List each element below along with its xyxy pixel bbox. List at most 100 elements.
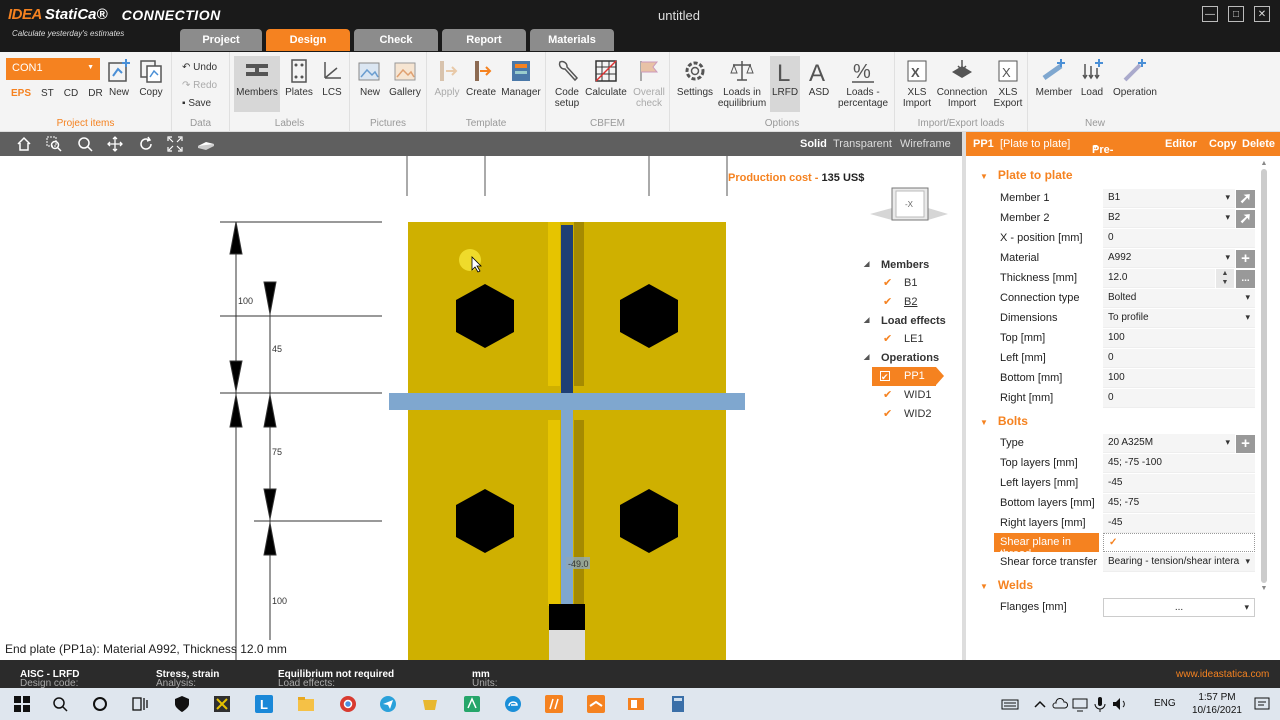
material-select[interactable]: A992 bbox=[1103, 249, 1235, 268]
tab-materials[interactable]: Materials bbox=[530, 29, 614, 51]
beam-web-top[interactable] bbox=[561, 225, 573, 393]
zoom-icon[interactable] bbox=[77, 136, 93, 152]
beam-flange[interactable] bbox=[389, 393, 745, 410]
lcs-button[interactable]: LCS bbox=[318, 58, 346, 98]
chevron-up-icon[interactable] bbox=[1030, 694, 1050, 714]
plates-label-button[interactable]: Plates bbox=[284, 58, 314, 98]
checkbox-icon[interactable]: ✔ bbox=[883, 390, 893, 401]
connection-type-select[interactable]: Bolted bbox=[1103, 289, 1255, 308]
minimize-button[interactable]: — bbox=[1202, 6, 1218, 22]
overall-check-button[interactable]: Overall check bbox=[630, 58, 668, 109]
idea-statica-icon[interactable] bbox=[544, 694, 564, 714]
website-link[interactable]: www.ideastatica.com bbox=[1176, 669, 1269, 680]
delete-operation-button[interactable]: Delete bbox=[1242, 138, 1275, 150]
checkbox-icon[interactable]: ✔ bbox=[883, 334, 893, 345]
checkbox-icon[interactable]: ✔ bbox=[883, 409, 893, 420]
xls-import-button[interactable]: X XLS Import bbox=[899, 58, 935, 109]
shear-force-transfer-select[interactable]: Bearing - tension/shear intera bbox=[1103, 553, 1255, 572]
copy-operation-button[interactable]: Copy bbox=[1209, 138, 1237, 150]
loads-percentage-button[interactable]: % Loads - percentage bbox=[836, 58, 890, 109]
code-st[interactable]: ST bbox=[41, 88, 54, 99]
network-icon[interactable] bbox=[1070, 694, 1090, 714]
app-icon-1[interactable] bbox=[212, 694, 232, 714]
collapse-triangle-icon[interactable]: ◢ bbox=[864, 349, 869, 367]
apply-template-button[interactable]: Apply bbox=[433, 58, 461, 98]
zoom-extents-icon[interactable] bbox=[167, 136, 183, 152]
keyboard-icon[interactable] bbox=[1000, 694, 1020, 714]
gallery-button[interactable]: Gallery bbox=[388, 58, 422, 98]
zoom-window-icon[interactable] bbox=[46, 136, 62, 152]
checkbox-icon[interactable]: ✔ bbox=[883, 278, 893, 289]
new-connection-button[interactable]: New bbox=[106, 58, 132, 98]
app-icon-4[interactable] bbox=[626, 694, 646, 714]
language-indicator[interactable]: ENG bbox=[1154, 698, 1176, 709]
cloud-icon[interactable] bbox=[1050, 694, 1070, 714]
tree-group-load-effects[interactable]: ◢ Load effects bbox=[862, 312, 962, 330]
view-solid[interactable]: Solid bbox=[800, 138, 827, 150]
left-layers-input[interactable]: -45 bbox=[1103, 474, 1255, 493]
volume-icon[interactable] bbox=[1110, 694, 1130, 714]
create-template-button[interactable]: Create bbox=[465, 58, 497, 98]
collapse-triangle-icon[interactable]: ▼ bbox=[980, 418, 988, 427]
calculate-button[interactable]: Calculate bbox=[584, 58, 628, 98]
view-transparent[interactable]: Transparent bbox=[833, 138, 892, 150]
pick-pointer-icon[interactable]: ➚ bbox=[1236, 210, 1255, 228]
tree-group-members[interactable]: ◢ Members bbox=[862, 256, 962, 274]
calculator-icon[interactable] bbox=[668, 694, 688, 714]
code-dr[interactable]: DR bbox=[88, 88, 102, 99]
new-picture-button[interactable]: New bbox=[356, 58, 384, 98]
task-view-icon[interactable] bbox=[130, 694, 150, 714]
settings-button[interactable]: Settings bbox=[676, 58, 714, 98]
tree-item-wid1[interactable]: ✔ WID1 bbox=[862, 386, 962, 405]
template-manager-button[interactable]: Manager bbox=[499, 58, 543, 98]
code-setup-button[interactable]: Code setup bbox=[552, 58, 582, 109]
right-layers-input[interactable]: -45 bbox=[1103, 514, 1255, 533]
security-shield-icon[interactable] bbox=[172, 694, 192, 714]
tab-design[interactable]: Design bbox=[266, 29, 350, 51]
idea-connection-icon[interactable] bbox=[586, 694, 606, 714]
copy-connection-button[interactable]: Copy bbox=[138, 58, 164, 98]
member2-select[interactable]: B2 bbox=[1103, 209, 1235, 228]
collapse-triangle-icon[interactable]: ▼ bbox=[980, 172, 988, 181]
model-drawing[interactable]: 100 45 75 100 -49.0 -X bbox=[0, 156, 962, 660]
top-layers-input[interactable]: 45; -75 -100 bbox=[1103, 454, 1255, 473]
new-load-button[interactable]: Load bbox=[1076, 58, 1108, 98]
new-member-button[interactable]: Member bbox=[1034, 58, 1074, 98]
add-bolt-button[interactable]: + bbox=[1236, 435, 1255, 453]
view-wireframe[interactable]: Wireframe bbox=[900, 138, 951, 150]
tab-check[interactable]: Check bbox=[354, 29, 438, 51]
app-icon-3[interactable] bbox=[462, 694, 482, 714]
code-cd[interactable]: CD bbox=[64, 88, 78, 99]
ellipsis-button[interactable]: ... bbox=[1236, 270, 1255, 288]
thickness-stepper[interactable]: ▲ ▼ bbox=[1216, 269, 1234, 288]
collapse-triangle-icon[interactable]: ▼ bbox=[980, 582, 988, 591]
asd-button[interactable]: A ASD bbox=[804, 58, 834, 98]
members-label-button[interactable]: Members bbox=[234, 56, 280, 112]
scroll-thumb[interactable] bbox=[1261, 169, 1267, 583]
flanges-select[interactable]: ... bbox=[1103, 598, 1255, 617]
bottom-input[interactable]: 100 bbox=[1103, 369, 1255, 388]
weld-block[interactable] bbox=[549, 604, 585, 630]
microphone-icon[interactable] bbox=[1090, 694, 1110, 714]
system-clock[interactable]: 1:57 PM 10/16/2021 bbox=[1192, 691, 1242, 717]
rotate-icon[interactable] bbox=[138, 136, 154, 152]
thickness-input[interactable]: 12.0 bbox=[1103, 269, 1215, 288]
save-button[interactable]: ▪ Save bbox=[182, 98, 211, 109]
undo-button[interactable]: ↶ Undo bbox=[182, 62, 217, 73]
section-welds[interactable]: ▼ Welds bbox=[980, 578, 1033, 592]
scroll-down-icon[interactable]: ▼ bbox=[1259, 585, 1269, 592]
new-operation-button[interactable]: Operation bbox=[1110, 58, 1160, 98]
checkbox-icon[interactable]: ✔ bbox=[883, 297, 893, 308]
windows-start-icon[interactable] bbox=[12, 694, 32, 714]
x-position-input[interactable]: 0 bbox=[1103, 229, 1255, 248]
edge-icon[interactable] bbox=[503, 694, 523, 714]
shear-plane-checkbox[interactable]: ✓ bbox=[1103, 533, 1255, 552]
file-explorer-icon[interactable] bbox=[296, 694, 316, 714]
close-button[interactable]: ✕ bbox=[1254, 6, 1270, 22]
lrfd-button[interactable]: L LRFD bbox=[770, 56, 800, 112]
dimensions-select[interactable]: To profile bbox=[1103, 309, 1255, 328]
redo-button[interactable]: ↷ Redo bbox=[182, 80, 217, 91]
pan-icon[interactable] bbox=[107, 136, 123, 152]
left-input[interactable]: 0 bbox=[1103, 349, 1255, 368]
member1-select[interactable]: B1 bbox=[1103, 189, 1235, 208]
